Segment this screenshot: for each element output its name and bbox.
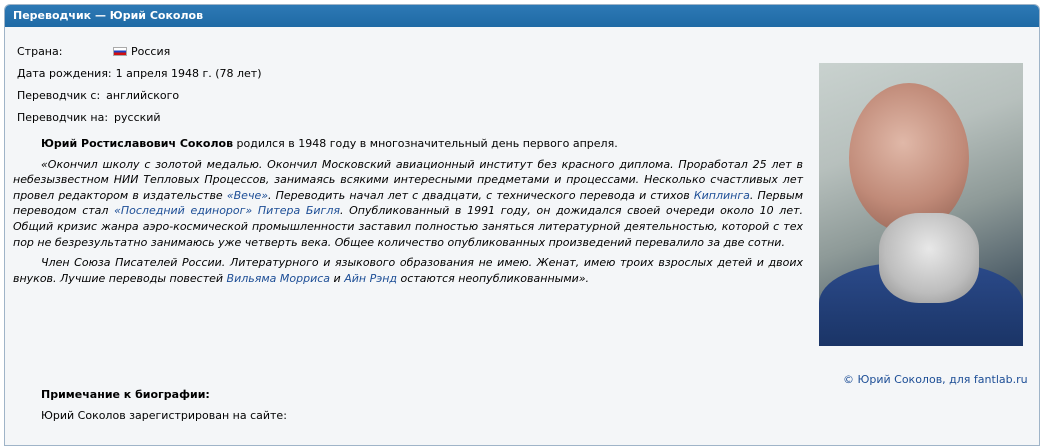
link-ayn-rand[interactable]: Айн Рэнд: [344, 272, 397, 285]
country-label: Страна:: [17, 45, 63, 58]
bio-paragraph-1: Юрий Ростиславович Соколов родился в 194…: [13, 136, 803, 152]
info-block: Страна: Россия Дата рождения: 1 апреля 194…: [17, 43, 262, 126]
person-name: Юрий Ростиславович Соколов: [41, 137, 234, 150]
birth-row: Дата рождения: 1 апреля 1948 г. (78 лет): [17, 65, 262, 82]
photo-credit-link[interactable]: © Юрий Соколов, для fantlab.ru: [843, 373, 1028, 386]
russia-flag-icon: [113, 47, 127, 56]
birth-value: 1 апреля 1948 г. (78 лет): [115, 67, 262, 80]
link-peter-beagle[interactable]: Питера Бигля: [258, 204, 340, 217]
from-language-row: Переводчик с: английского: [17, 87, 262, 104]
to-language-value: русский: [114, 111, 161, 124]
bio-text: . Переводить начал лет с двадцати, с тех…: [268, 188, 694, 202]
bio-text: остаются неопубликованными».: [397, 271, 590, 285]
country-value: Россия: [131, 45, 171, 58]
author-photo: [819, 63, 1023, 346]
to-language-row: Переводчик на: русский: [17, 109, 262, 126]
note-text: Юрий Соколов зарегистрирован на сайте:: [41, 409, 287, 422]
link-william-morris[interactable]: Вильяма Морриса: [227, 272, 331, 285]
bio-paragraph-2: «Окончил школу с золотой медалью. Окончи…: [13, 157, 803, 251]
bio-text: и: [330, 271, 345, 285]
country-row: Страна: Россия: [17, 43, 262, 60]
note-heading: Примечание к биографии:: [41, 388, 210, 401]
translator-panel: Переводчик — Юрий Соколов Страна: Россия …: [4, 4, 1040, 446]
link-last-unicorn[interactable]: «Последний единорог»: [114, 204, 252, 217]
bio-text: родился в 1948 году в многозначительный …: [233, 137, 618, 150]
to-language-label: Переводчик на:: [17, 111, 109, 124]
bio-paragraph-3: Член Союза Писателей России. Литературно…: [13, 255, 803, 286]
from-language-value: английского: [106, 89, 180, 102]
birth-label: Дата рождения:: [17, 67, 112, 80]
from-language-label: Переводчик с:: [17, 89, 101, 102]
link-veche[interactable]: «Вече»: [227, 189, 268, 202]
link-kipling[interactable]: Киплинга: [694, 189, 750, 202]
panel-header: Переводчик — Юрий Соколов: [5, 5, 1039, 27]
biography: Юрий Ростиславович Соколов родился в 194…: [13, 136, 803, 291]
